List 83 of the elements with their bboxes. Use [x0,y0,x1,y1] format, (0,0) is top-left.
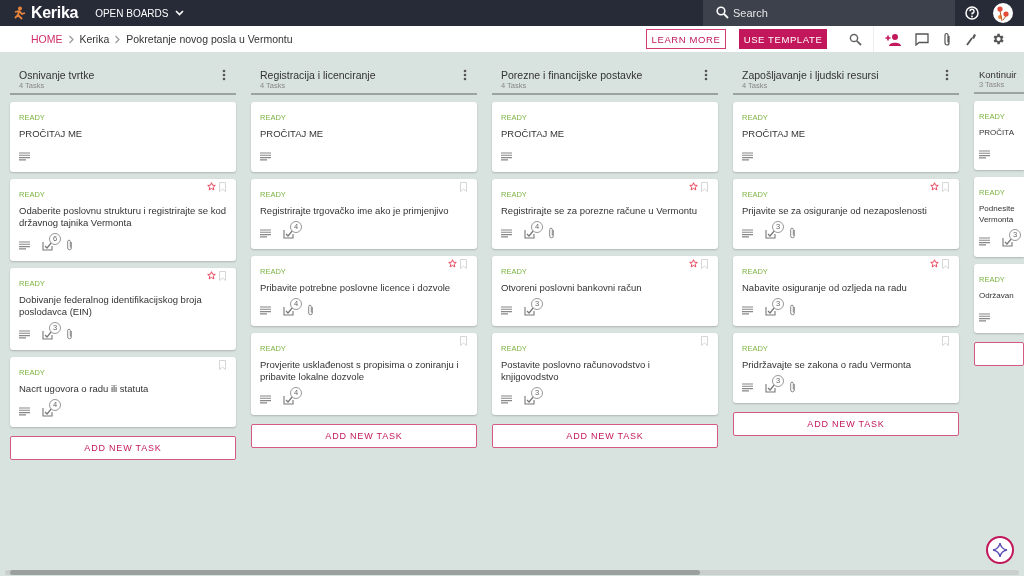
home-link[interactable]: HOME [31,33,63,45]
task-title: PROČITAJ ME [501,128,566,140]
description-icon [19,406,30,416]
task-title: Nacrt ugovora o radu ili statuta [19,383,150,395]
description-icon [501,151,512,161]
task-title: PROČITAJ ME [742,128,807,140]
open-boards-menu[interactable]: OPEN BOARDS [95,7,185,19]
task-title: Pribavite potrebne poslovne licence i dozvole [260,282,452,294]
description-icon [19,151,30,161]
star-icon[interactable] [930,259,939,268]
task-title: Dobivanje federalnog identifikacijskog broja poslodavca (EIN) [19,294,203,318]
task-title: Pridržavajte se zakona o radu Vermonta [742,359,912,371]
chat-icon[interactable] [915,32,929,46]
more-menu-icon[interactable] [945,69,949,81]
chevron-right-icon [67,34,75,44]
star-icon[interactable] [448,259,457,268]
task-title: Odaberite poslovnu strukturu i registrirajte se kod državnog tajnika Vermonta [19,205,227,229]
description-icon [19,240,30,250]
description-icon [19,329,30,339]
use-template-button[interactable]: USE TEMPLATE [739,29,827,49]
task-title: Registrirajte se za porezne račune u Vermontu [501,205,698,217]
description-icon [260,305,271,315]
star-icon[interactable] [930,182,939,191]
help-icon[interactable] [965,6,979,20]
sparkle-icon [992,542,1008,558]
task-title: Provjerite usklađenost s propisima o zoniranju i pribavite lokalne dozvole [260,359,460,383]
column-title: Osnivanje tvrtke [19,69,95,81]
search-field[interactable]: Search [703,0,955,26]
description-icon [742,305,753,315]
search-icon[interactable] [849,32,862,46]
chevron-down-icon [175,10,185,16]
add-person-icon[interactable] [885,32,901,46]
description-icon [501,305,512,315]
task-title: PROČITAJ ME [260,128,325,140]
description-icon [742,151,753,161]
description-icon [979,236,990,246]
column-title: Kontinuir [979,69,1017,80]
breadcrumb-item[interactable]: Pokretanje novog posla u Vermontu [126,33,293,45]
chevron-right-icon [114,34,122,44]
description-icon [260,394,271,404]
description-icon [260,151,271,161]
learn-more-button[interactable]: LEARN MORE [646,29,726,49]
column-title: Zapošljavanje i ljudski resursi [742,69,879,81]
column-title: Porezne i financijske postavke [501,69,643,81]
add-task-button[interactable] [974,342,1024,366]
task-title: PROČITA [979,127,1015,138]
avatar[interactable] [993,3,1013,23]
description-icon [742,228,753,238]
task-title: Nabavite osiguranje od ozljeda na radu [742,282,908,294]
search-icon [716,6,729,19]
star-icon[interactable] [207,182,216,191]
description-icon [501,394,512,404]
column-title: Registracija i licenciranje [260,69,376,81]
description-icon [979,312,990,322]
horizontal-scrollbar[interactable] [5,570,1019,575]
description-icon [979,149,990,159]
add-task-button[interactable]: ADD NEW TASK [10,436,236,460]
more-menu-icon[interactable] [463,69,467,81]
star-icon[interactable] [207,271,216,280]
task-title: Registrirajte trgovačko ime ako je primjenjivo [260,205,450,217]
task-title: Održavan [979,290,1015,301]
assistant-button[interactable] [986,536,1014,564]
add-task-button[interactable]: ADD NEW TASK [251,424,477,448]
add-task-button[interactable]: ADD NEW TASK [492,424,718,448]
task-title: Podnesite Vermonta [979,203,1016,225]
more-menu-icon[interactable] [222,69,226,81]
star-icon[interactable] [689,182,698,191]
logo-text[interactable]: Kerika [31,4,79,22]
task-title: Prijavite se za osiguranje od nezaposlenosti [742,205,928,217]
brush-icon[interactable] [965,32,977,46]
star-icon[interactable] [689,259,698,268]
add-task-button[interactable]: ADD NEW TASK [733,412,959,436]
description-icon [501,228,512,238]
breadcrumb-item[interactable]: Kerika [79,33,110,45]
task-title: Postavite poslovno računovodstvo i knjigovodstvo [501,359,651,383]
description-icon [742,382,753,392]
runner-logo-icon [12,6,26,20]
settings-icon[interactable] [991,32,1005,46]
more-menu-icon[interactable] [704,69,708,81]
task-title: Otvoreni poslovni bankovni račun [501,282,643,294]
description-icon [260,228,271,238]
task-title: PROČITAJ ME [19,128,84,140]
paperclip-icon[interactable] [943,31,951,47]
